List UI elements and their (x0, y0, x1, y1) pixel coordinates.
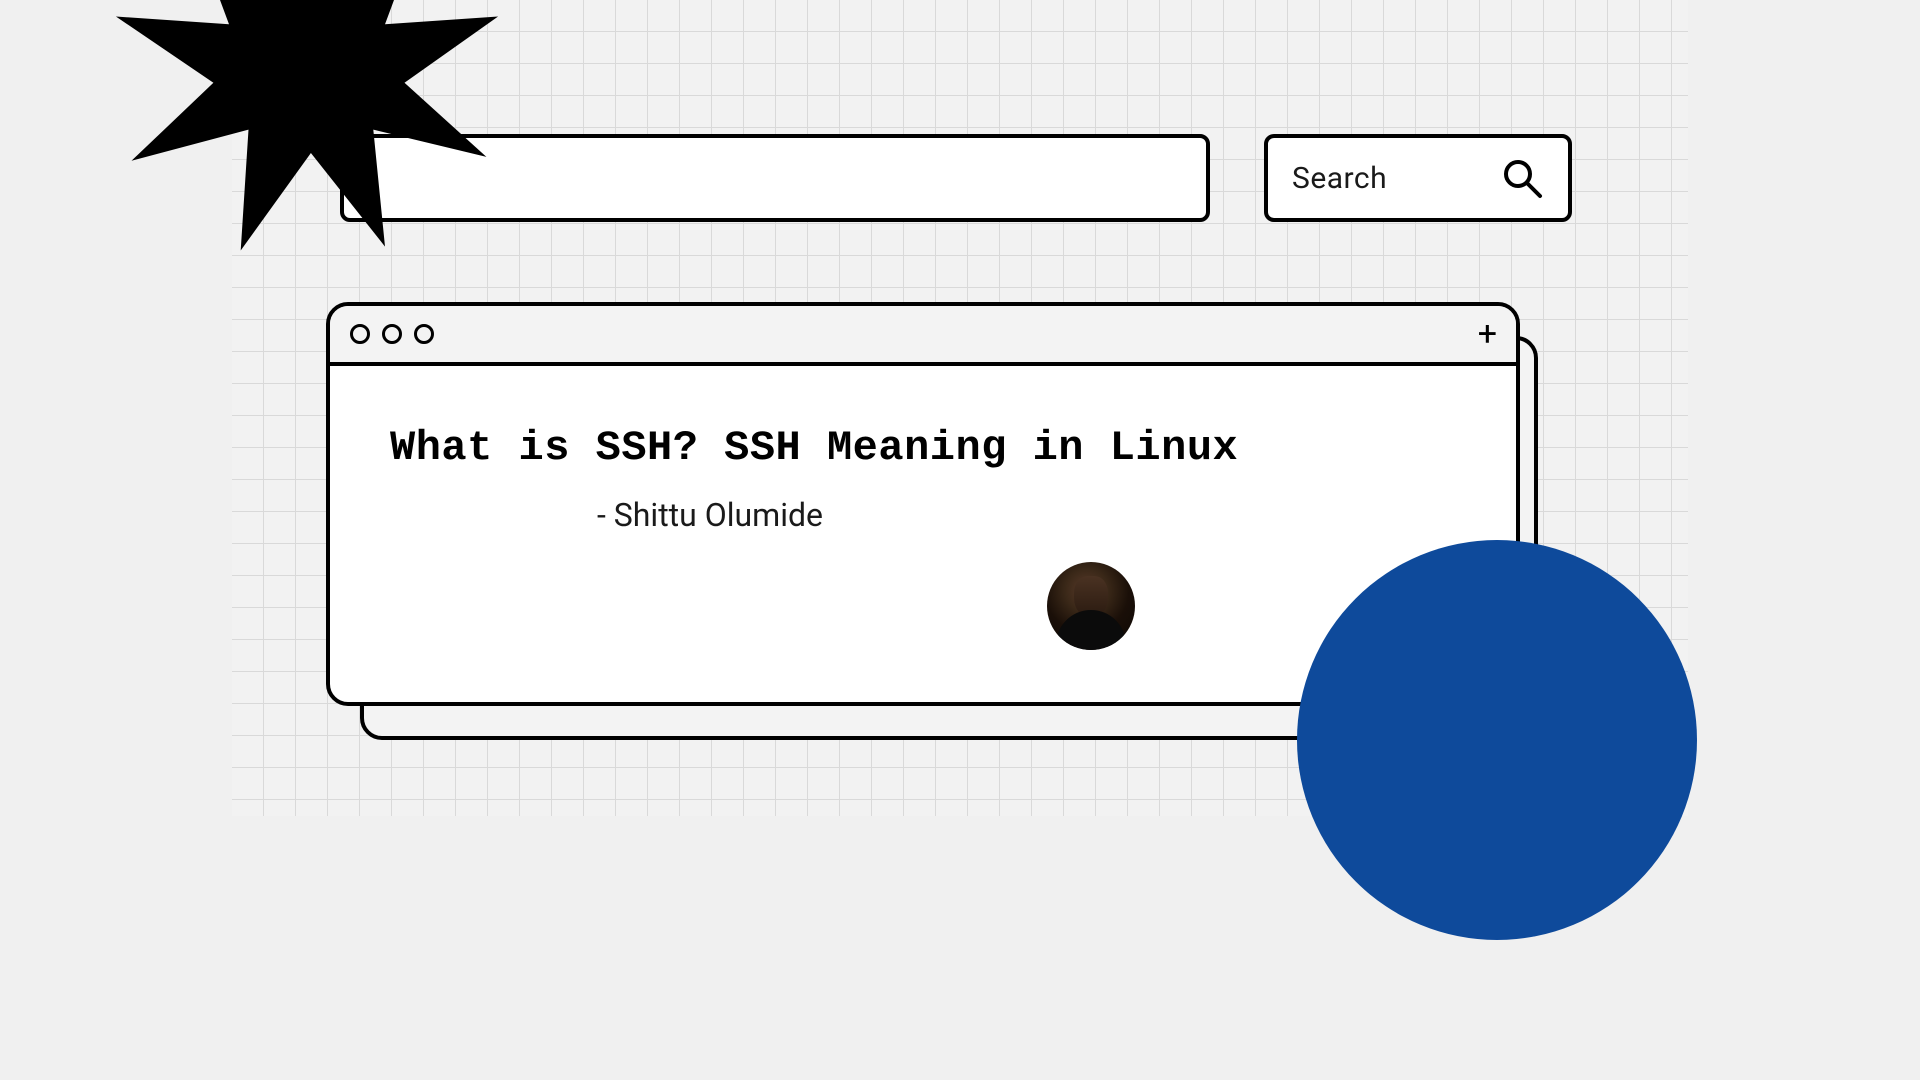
article-title: What is SSH? SSH Meaning in Linux (390, 424, 1456, 472)
plus-icon[interactable]: + (1478, 317, 1496, 351)
starburst-decoration (112, 0, 502, 270)
blue-circle-decoration (1297, 540, 1697, 940)
traffic-light-dot[interactable] (414, 324, 434, 344)
traffic-light-dot[interactable] (350, 324, 370, 344)
traffic-lights (350, 324, 434, 344)
window-content: What is SSH? SSH Meaning in Linux - Shit… (330, 366, 1516, 534)
search-box[interactable]: Search (1264, 134, 1572, 222)
traffic-light-dot[interactable] (382, 324, 402, 344)
search-icon (1500, 156, 1544, 200)
article-byline: - Shittu Olumide (390, 496, 1030, 534)
page-canvas: Search + What is SSH? SSH Meaning in Lin… (232, 0, 1688, 816)
window-titlebar: + (330, 306, 1516, 366)
search-label: Search (1292, 161, 1387, 196)
author-avatar (1047, 562, 1135, 650)
